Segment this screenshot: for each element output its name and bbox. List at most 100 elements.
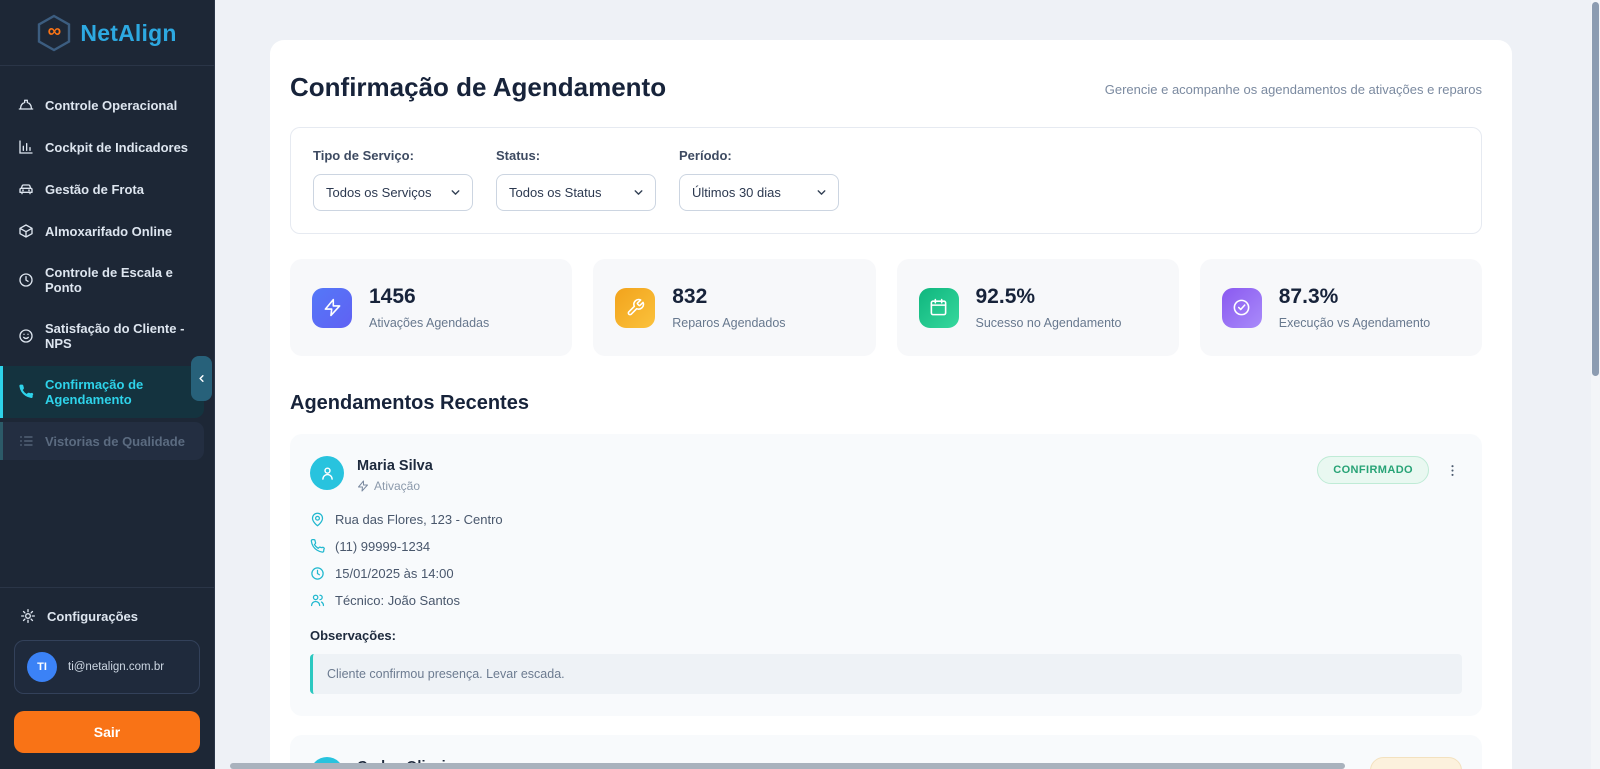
- datetime-row: 15/01/2025 às 14:00: [310, 566, 1462, 581]
- address-text: Rua das Flores, 123 - Centro: [335, 512, 503, 527]
- select-value: Todos os Status: [509, 185, 602, 200]
- appointment-card: Maria Silva Ativação CONFIRMADO Rua das …: [290, 434, 1482, 716]
- select-value: Todos os Serviços: [326, 185, 432, 200]
- stat-card-ativacoes: 1456 Ativações Agendadas: [290, 259, 573, 356]
- technician-text: Técnico: João Santos: [335, 593, 461, 608]
- map-pin-icon: [311, 512, 324, 527]
- bar-chart-icon: [19, 140, 33, 154]
- chevron-left-icon: [199, 375, 204, 382]
- user-avatar: TI: [27, 652, 57, 682]
- appointment-details: Rua das Flores, 123 - Centro (11) 99999-…: [310, 512, 1462, 608]
- sidebar-collapse-button[interactable]: [191, 356, 212, 401]
- content-panel: Confirmação de Agendamento Gerencie e ac…: [270, 40, 1512, 769]
- chevron-down-icon: [634, 190, 643, 195]
- select-value: Últimos 30 dias: [692, 185, 781, 200]
- sidebar-item-cockpit-indicadores[interactable]: Cockpit de Indicadores: [0, 128, 214, 166]
- status-select[interactable]: Todos os Status: [496, 174, 656, 211]
- service-type: Ativação: [357, 479, 433, 493]
- chevron-down-icon: [817, 190, 826, 195]
- checklist-icon: [20, 436, 33, 446]
- page-header: Confirmação de Agendamento Gerencie e ac…: [290, 72, 1482, 103]
- phone-text: (11) 99999-1234: [335, 539, 431, 554]
- filter-label: Status:: [496, 148, 541, 163]
- filter-status: Status: Todos os Status: [496, 148, 656, 211]
- logout-button[interactable]: Sair: [14, 711, 200, 753]
- check-circle-icon: [1221, 287, 1262, 328]
- status-badge: [1370, 757, 1462, 769]
- clock-icon: [19, 273, 33, 287]
- stat-label: Reparos Agendados: [672, 316, 786, 330]
- user-email: ti@netalign.com.br: [68, 661, 165, 673]
- kebab-menu-button[interactable]: [1443, 461, 1462, 480]
- gear-icon: [21, 609, 35, 623]
- sidebar-nav: Controle Operacional Cockpit de Indicado…: [0, 66, 214, 587]
- filter-label: Tipo de Serviço:: [313, 148, 414, 163]
- sidebar-item-satisfacao-nps[interactable]: Satisfação do Cliente - NPS: [0, 310, 214, 362]
- vertical-scrollbar-track[interactable]: [1591, 0, 1600, 769]
- filters-bar: Tipo de Serviço: Todos os Serviços Statu…: [290, 127, 1482, 234]
- hard-hat-icon: [18, 99, 34, 110]
- wrench-icon: [615, 287, 656, 328]
- dots-vertical-icon: [1451, 464, 1454, 476]
- zap-icon: [312, 287, 352, 328]
- stat-card-execucao: 87.3% Execução vs Agendamento: [1199, 259, 1482, 356]
- car-icon: [19, 184, 33, 195]
- stat-card-sucesso: 92.5% Sucesso no Agendamento: [896, 259, 1179, 356]
- stat-value: 92.5%: [975, 285, 1036, 308]
- sidebar-footer: Configurações TI ti@netalign.com.br Sair: [0, 587, 214, 769]
- filter-label: Período:: [679, 148, 732, 163]
- sidebar-item-escala-ponto[interactable]: Controle de Escala e Ponto: [0, 254, 214, 306]
- appointment-actions: CONFIRMADO: [1317, 456, 1462, 484]
- chevron-down-icon: [451, 190, 460, 195]
- sidebar-item-label: Controle Operacional: [45, 97, 178, 113]
- sidebar-item-label: Confirmação de Agendamento: [45, 377, 144, 407]
- stat-value: 832: [672, 285, 708, 308]
- stat-label: Sucesso no Agendamento: [975, 316, 1122, 330]
- customer-name: Maria Silva: [357, 458, 433, 474]
- status-badge: CONFIRMADO: [1317, 456, 1429, 484]
- notes-label: Observações:: [310, 628, 396, 643]
- package-icon: [19, 224, 33, 238]
- vertical-scrollbar-thumb[interactable]: [1592, 2, 1599, 376]
- sidebar-item-label: Satisfação do Cliente - NPS: [45, 321, 185, 351]
- sidebar: ∞ NetAlign Controle Operacional Cockpit …: [0, 0, 215, 769]
- datetime-text: 15/01/2025 às 14:00: [335, 566, 454, 581]
- zap-icon: [358, 480, 368, 492]
- main-area: Confirmação de Agendamento Gerencie e ac…: [215, 0, 1600, 769]
- logo-text: NetAlign: [80, 19, 177, 46]
- address-row: Rua das Flores, 123 - Centro: [310, 512, 1462, 527]
- sidebar-item-confirmacao-agendamento[interactable]: Confirmação de Agendamento: [0, 366, 204, 418]
- horizontal-scrollbar-thumb[interactable]: [230, 763, 1345, 769]
- sidebar-item-label: Controle de Escala e Ponto: [45, 265, 173, 295]
- phone-row: (11) 99999-1234: [310, 539, 1462, 554]
- sidebar-item-controle-operacional[interactable]: Controle Operacional: [0, 86, 214, 124]
- settings-label: Configurações: [47, 608, 139, 624]
- clock-icon: [311, 567, 324, 580]
- avatar: [310, 456, 344, 490]
- period-select[interactable]: Últimos 30 dias: [679, 174, 839, 211]
- service-type-label: Ativação: [374, 479, 421, 493]
- phone-icon: [310, 539, 325, 553]
- user-icon: [321, 466, 333, 480]
- appointment-person: Maria Silva Ativação: [310, 456, 433, 493]
- stat-card-reparos: 832 Reparos Agendados: [593, 259, 876, 356]
- sidebar-item-label: Almoxarifado Online: [45, 223, 173, 239]
- stat-label: Execução vs Agendamento: [1278, 316, 1431, 330]
- logo: ∞ NetAlign: [0, 0, 214, 66]
- user-card[interactable]: TI ti@netalign.com.br: [14, 640, 200, 694]
- calendar-icon: [918, 287, 959, 328]
- appointment-header: Maria Silva Ativação CONFIRMADO: [310, 456, 1462, 493]
- settings-button[interactable]: Configurações: [14, 604, 200, 640]
- smile-icon: [19, 329, 33, 343]
- sidebar-item-vistorias-qualidade[interactable]: Vistorias de Qualidade: [0, 422, 204, 460]
- sidebar-item-gestao-frota[interactable]: Gestão de Frota: [0, 170, 214, 208]
- phone-icon: [19, 384, 34, 398]
- appointment-actions: [1370, 757, 1462, 769]
- service-type-select[interactable]: Todos os Serviços: [313, 174, 473, 211]
- sidebar-item-almoxarifado[interactable]: Almoxarifado Online: [0, 212, 214, 250]
- stat-label: Ativações Agendadas: [369, 316, 490, 330]
- filter-service-type: Tipo de Serviço: Todos os Serviços: [313, 148, 473, 211]
- stats-row: 1456 Ativações Agendadas 832 Reparos Age…: [290, 259, 1482, 356]
- sidebar-item-label: Cockpit de Indicadores: [45, 139, 189, 155]
- stat-value: 1456: [369, 285, 416, 308]
